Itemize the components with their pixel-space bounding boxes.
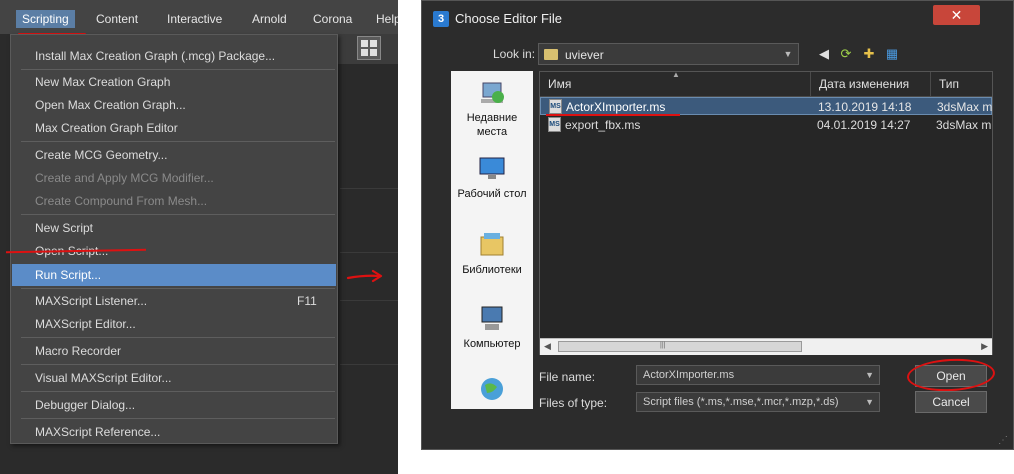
place-label: Компьютер [463,338,521,350]
annotation-arrow-icon [346,269,383,283]
menu-item-create-apply-mcg-modifier: Create and Apply MCG Modifier... [35,171,214,185]
look-in-value: uviever [565,48,604,62]
menu-scripting[interactable]: Scripting [16,10,75,28]
chevron-down-icon[interactable]: ▼ [781,46,795,62]
max-window-crop: Scripting Content Interactive Arnold Cor… [0,0,398,474]
file-type: 3dsMax m [936,118,992,132]
dialog-titlebar: 3 Choose Editor File ✕ [422,1,1013,35]
libraries-icon [480,233,504,256]
menu-item-maxscript-reference[interactable]: MAXScript Reference... [35,421,160,443]
resize-grip-icon[interactable]: ⋰ [998,435,1010,447]
choose-editor-file-dialog: 3 Choose Editor File ✕ Look in: uviever … [421,0,1014,450]
up-folder-icon[interactable]: ⟳ [837,45,855,63]
menu-separator [21,418,335,419]
menu-item-shortcut: F11 [297,294,317,308]
file-type: 3dsMax m [937,100,993,114]
menu-separator [21,141,335,142]
file-date: 13.10.2019 14:18 [818,100,912,114]
back-arrow-icon[interactable]: ◀ [815,45,833,63]
menu-item-run-script[interactable]: Run Script... [35,264,101,286]
ms-file-icon: MS [549,99,562,114]
scrollbar-thumb[interactable] [558,341,802,352]
place-desktop[interactable]: Рабочий стол [451,155,533,203]
look-in-label: Look in: [493,47,536,61]
chevron-down-icon[interactable]: ▼ [865,395,874,410]
folder-icon [544,49,558,60]
network-globe-icon[interactable] [477,375,507,403]
menu-interactive[interactable]: Interactive [161,10,228,28]
view-menu-icon[interactable]: ▦ [883,45,901,63]
menu-item-new-mcg[interactable]: New Max Creation Graph [35,71,170,93]
file-name: export_fbx.ms [565,118,641,132]
menu-item-label: MAXScript Listener... [35,294,148,308]
menu-item-maxscript-listener[interactable]: MAXScript Listener... F11 [35,290,325,312]
close-button[interactable]: ✕ [933,5,980,25]
menu-item-maxscript-editor[interactable]: MAXScript Editor... [35,313,136,335]
file-name-label: File name: [539,370,596,384]
desktop-icon [479,157,505,179]
column-header-type[interactable]: Тип [931,72,992,96]
scripting-menu-dropdown: Install Max Creation Graph (.mcg) Packag… [10,34,338,444]
menu-bar: Scripting Content Interactive Arnold Cor… [0,0,398,34]
menu-help[interactable]: Help [370,10,398,28]
annotation-underline [546,114,680,116]
file-row[interactable]: MS export_fbx.ms 04.01.2019 14:27 3dsMax… [540,116,992,134]
file-date: 04.01.2019 14:27 [817,118,911,132]
menu-item-new-script[interactable]: New Script [35,217,93,239]
scroll-right-icon[interactable]: ▶ [981,341,988,352]
place-recent[interactable]: Недавние места [451,77,533,145]
file-row[interactable]: MS ActorXImporter.ms 13.10.2019 14:18 3d… [540,97,992,115]
menu-item-create-mcg-geometry[interactable]: Create MCG Geometry... [35,144,167,166]
file-name-value: ActorXImporter.ms [643,369,735,381]
menu-separator [21,364,335,365]
menu-item-create-compound-from-mesh: Create Compound From Mesh... [35,194,208,208]
menu-item-visual-maxscript-editor[interactable]: Visual MAXScript Editor... [35,367,172,389]
computer-icon [481,306,503,330]
cancel-button[interactable]: Cancel [915,391,987,413]
place-label: Библиотеки [462,264,522,276]
layout-grid-icon[interactable] [357,36,381,60]
annotation-circle [906,356,996,394]
file-type-value: Script files (*.ms,*.mse,*.mcr,*.mzp,*.d… [643,396,839,408]
place-label: Недавние места [466,112,518,138]
menu-item-macro-recorder[interactable]: Macro Recorder [35,340,121,362]
look-in-dropdown[interactable]: uviever ▼ [538,43,799,65]
dialog-title: Choose Editor File [455,11,562,26]
menu-separator [21,214,335,215]
menu-separator [21,69,335,70]
file-type-select[interactable]: Script files (*.ms,*.mse,*.mcr,*.mzp,*.d… [636,392,880,412]
file-name-input[interactable]: ActorXImporter.ms ▼ [636,365,880,385]
app-icon: 3 [433,11,449,27]
menu-separator [21,288,335,289]
place-label: Рабочий стол [457,188,527,200]
file-type-label: Files of type: [539,396,608,410]
menu-content[interactable]: Content [90,10,144,28]
menu-item-install-mcg-package[interactable]: Install Max Creation Graph (.mcg) Packag… [35,45,275,67]
places-bar: Недавние места Рабочий стол Библиотеки К… [451,71,533,409]
ms-file-icon: MS [548,117,561,132]
grip-icon: ||| [660,342,666,349]
place-computer[interactable]: Компьютер [451,305,533,353]
sort-arrow-icon: ▲ [672,71,680,79]
horizontal-scrollbar[interactable]: ◀ ||| ▶ [540,338,992,355]
recent-places-icon [481,82,504,103]
menu-item-debugger-dialog[interactable]: Debugger Dialog... [35,394,135,416]
menu-item-open-mcg[interactable]: Open Max Creation Graph... [35,94,186,116]
scroll-left-icon[interactable]: ◀ [544,341,551,352]
menu-corona[interactable]: Corona [307,10,358,28]
menu-item-mcg-editor[interactable]: Max Creation Graph Editor [35,117,178,139]
menu-separator [21,391,335,392]
menu-separator [21,337,335,338]
place-libraries[interactable]: Библиотеки [451,231,533,279]
column-header-date[interactable]: Дата изменения [811,72,931,96]
menu-arnold[interactable]: Arnold [246,10,293,28]
chevron-down-icon[interactable]: ▼ [865,368,874,383]
new-folder-icon[interactable]: ✚ [860,45,878,63]
